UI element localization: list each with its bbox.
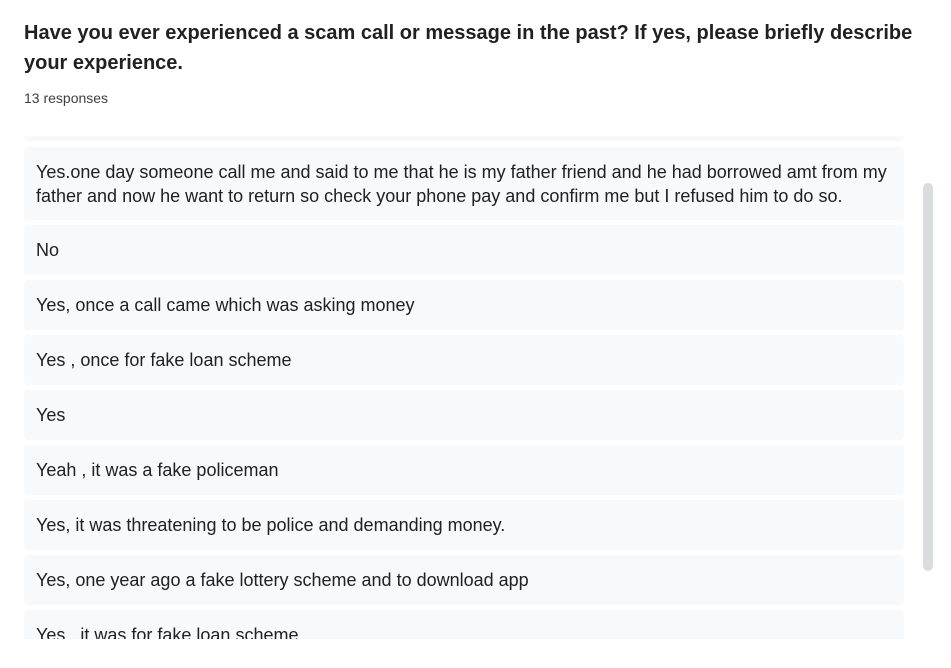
list-item: Yes , once for fake loan scheme — [24, 335, 904, 385]
question-title: Have you ever experienced a scam call or… — [24, 22, 913, 74]
scrollbar-thumb[interactable] — [923, 183, 933, 571]
list-item: Yes , it was for fake loan scheme — [24, 610, 904, 639]
list-item: Yes, once a call came which was asking m… — [24, 280, 904, 330]
response-count: 13 responses — [24, 90, 109, 106]
list-item: Yeah , it was a fake policeman — [24, 445, 904, 495]
response-summary-card: Have you ever experienced a scam call or… — [0, 0, 951, 668]
responses-list-viewport[interactable]: Yes.one day someone call me and said to … — [0, 136, 951, 639]
list-item: Yes, one year ago a fake lottery scheme … — [24, 555, 904, 605]
list-item: Yes — [24, 390, 904, 440]
list-item: No — [24, 225, 904, 275]
list-item: Yes.one day someone call me and said to … — [24, 147, 904, 220]
vertical-scrollbar[interactable] — [922, 183, 934, 573]
list-item: Yes, it was threatening to be police and… — [24, 500, 904, 550]
previous-response-partial — [24, 136, 904, 141]
responses-list: Yes.one day someone call me and said to … — [24, 147, 904, 639]
